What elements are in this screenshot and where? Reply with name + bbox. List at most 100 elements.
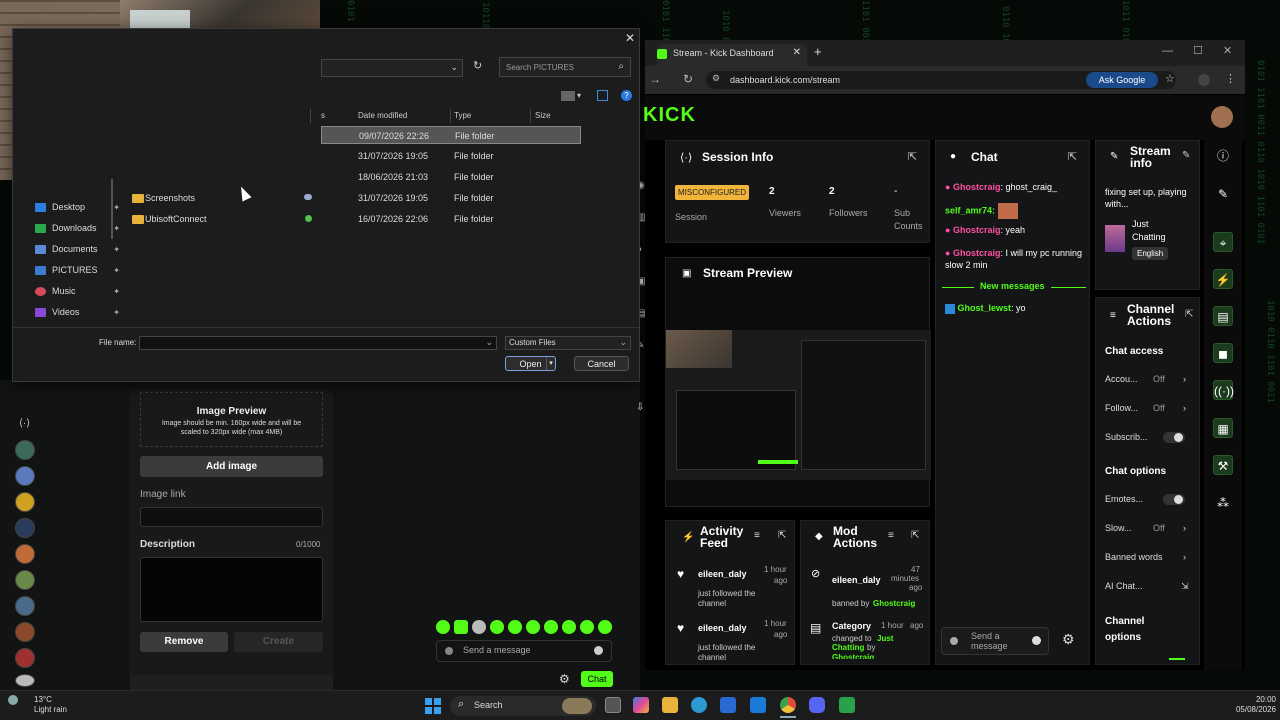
emoji-icon[interactable] [594,646,603,655]
chat-send-button[interactable]: Chat [581,671,613,687]
chat-input[interactable]: Send a message [941,627,1049,655]
sidebar-item-downloads[interactable]: Downloads ✦ [35,218,120,238]
popout-icon[interactable]: ⇱ [1185,309,1193,320]
edit-icon[interactable]: ✎ [1182,150,1190,161]
outlook-icon[interactable] [750,697,766,713]
followers-only-row[interactable]: Follow... Off › [1105,403,1195,413]
wrench-icon[interactable]: ⚒ [1213,455,1233,475]
refresh-icon[interactable]: ↻ [473,59,482,72]
view-icon[interactable] [561,91,575,101]
account-age-row[interactable]: Accou... Off › [1105,374,1195,384]
popout-icon[interactable]: ⇱ [1068,150,1077,163]
table-row[interactable]: 31/07/2026 19:05 File folder [321,147,581,165]
minimize-icon[interactable]: — [1162,45,1173,57]
activity-user[interactable]: eileen_daly [698,569,747,579]
avatar[interactable] [15,622,35,642]
avatar[interactable] [15,674,35,687]
add-image-button[interactable]: Add image [140,456,323,477]
help-icon[interactable]: ? [621,90,632,101]
remove-button[interactable]: Remove [140,632,228,652]
download-icon[interactable]: ⇩ [636,402,644,413]
avatar[interactable] [15,596,35,616]
mod-by[interactable]: Ghostcraig [873,599,915,608]
emoji-icon[interactable] [1032,636,1041,645]
avatar[interactable] [1211,106,1233,128]
chat-user[interactable]: self_amr74: [945,205,995,215]
sidebar-item-pictures[interactable]: PICTURES ✦ [35,260,120,280]
chat-user[interactable]: Ghostcraig [953,248,1001,258]
reload-icon[interactable]: ↻ [683,72,693,86]
activity-user[interactable]: eileen_daly [698,623,747,633]
avatar[interactable] [15,570,35,590]
chevron-down-icon[interactable]: ▾ [577,91,581,100]
avatar[interactable] [15,466,35,486]
mod-user[interactable]: eileen_daly [832,575,881,585]
info-icon[interactable]: ⓘ [1213,146,1233,166]
category-thumbnail[interactable] [1105,225,1125,252]
chat-user[interactable]: Ghostcraig [953,182,1001,192]
windows-start-icon[interactable] [425,698,441,714]
mod-category[interactable]: Just [877,634,893,643]
clock-time[interactable]: 20:00 [1246,695,1276,704]
cancel-button[interactable]: Cancel [574,356,629,371]
chevron-down-icon[interactable]: ▾ [546,357,555,370]
broadcast-icon[interactable]: ((·)) [1213,380,1234,400]
filter-icon[interactable]: ≡ [754,530,760,541]
avatar[interactable] [15,518,35,538]
file-explorer-icon[interactable] [662,697,678,713]
menu-icon[interactable]: ⋮ [1225,72,1236,85]
sidebar-item-videos[interactable]: Videos ✦ [35,302,120,322]
table-row[interactable]: Screenshots 31/07/2026 19:05 File folder [129,189,581,207]
document-icon[interactable]: ▤ [1213,306,1233,326]
edit-icon[interactable]: ✎ [1213,184,1233,204]
store-icon[interactable] [720,697,736,713]
popout-icon[interactable]: ⇱ [778,530,786,541]
profile-avatar[interactable] [1198,74,1210,86]
close-icon[interactable]: ✕ [625,31,635,45]
file-name-input[interactable]: ⌄ [139,336,497,350]
mod-category[interactable]: Chatting [832,643,864,652]
emote-icon[interactable] [490,620,504,634]
tab-kick-dashboard[interactable]: Stream - Kick Dashboard ✕ [657,44,807,66]
task-view-icon[interactable] [605,697,621,713]
edge-icon[interactable] [691,697,707,713]
emote-icon[interactable] [544,620,558,634]
discord-icon[interactable] [809,697,825,713]
preview-pane-icon[interactable] [597,90,608,101]
table-row[interactable]: UbisoftConnect 16/07/2026 22:06 File fol… [129,210,581,228]
file-type-select[interactable]: Custom Files ⌄ [505,336,631,350]
search-input[interactable]: Search PICTURES ⌕ [499,57,631,77]
column-date-modified[interactable]: Date modified [358,111,407,120]
banned-words-row[interactable]: Banned words › [1105,552,1195,562]
column-status[interactable]: s [321,111,325,120]
chat-bubble-icon[interactable]: ◼ [1213,343,1233,363]
avatar[interactable] [15,492,35,512]
target-icon[interactable]: ⌖ [1213,232,1233,252]
filter-icon[interactable]: ≡ [888,530,894,541]
copilot-icon[interactable] [633,697,649,713]
emote-icon[interactable] [508,620,522,634]
avatar[interactable] [15,648,35,668]
site-info-icon[interactable]: ⚙ [712,73,720,84]
taskbar-search[interactable]: ⌕ Search [450,696,596,716]
table-row[interactable]: 09/07/2026 22:26 File folder [321,126,581,144]
avatar[interactable] [15,544,35,564]
stream-preview-video[interactable] [666,330,931,480]
close-tab-icon[interactable]: ✕ [793,47,801,58]
column-type[interactable]: Type [454,111,471,120]
sidebar-item-desktop[interactable]: Desktop ✦ [35,197,120,217]
emote-icon[interactable] [526,620,540,634]
collapse-icon[interactable]: ⟨·⟩ [19,418,30,429]
left-chat-input[interactable]: Send a message [436,640,612,662]
chevron-down-icon[interactable]: ⌄ [450,62,458,73]
column-size[interactable]: Size [535,111,551,120]
sidebar-item-music[interactable]: Music ✦ [35,281,120,301]
back-icon[interactable]: → [649,72,661,86]
emote-icon[interactable] [436,620,450,634]
share-icon[interactable]: ⁂ [1213,493,1233,513]
bolt-icon[interactable]: ⚡ [1213,269,1233,289]
emote-icon[interactable] [454,620,468,634]
chat-user[interactable]: Ghostcraig [953,225,1001,235]
address-bar[interactable]: ⌄ [321,59,463,77]
chat-settings-icon[interactable]: ⚙ [1062,631,1075,648]
